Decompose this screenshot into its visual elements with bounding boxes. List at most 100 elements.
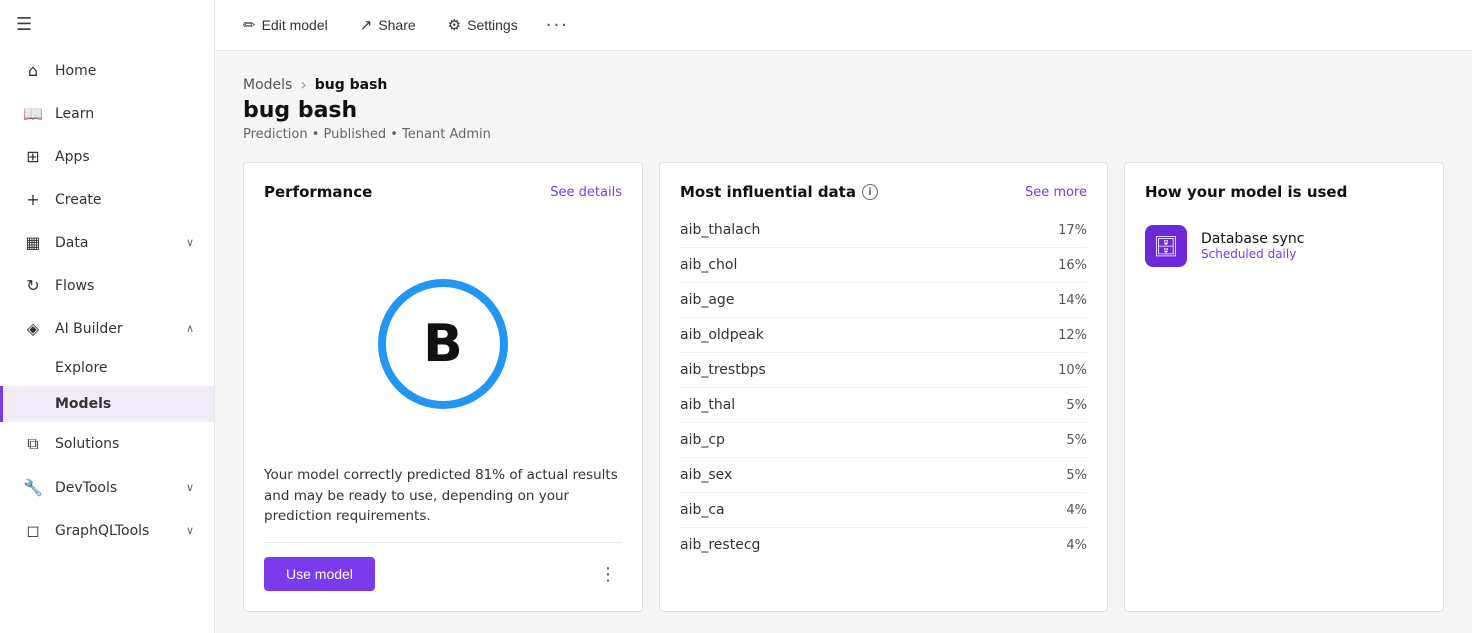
sidebar-item-label: Create: [55, 192, 194, 208]
sidebar-item-label: DevTools: [55, 480, 174, 496]
book-icon: 📖: [23, 104, 43, 123]
data-row: aib_cp 5%: [680, 423, 1087, 458]
sidebar-item-label: Apps: [55, 149, 194, 165]
data-row-name: aib_age: [680, 292, 734, 308]
usage-title: How your model is used: [1145, 183, 1347, 201]
data-row-name: aib_thal: [680, 397, 735, 413]
share-icon: ↗: [360, 16, 373, 34]
usage-item: 🗄 Database sync Scheduled daily: [1145, 213, 1423, 279]
data-row-name: aib_sex: [680, 467, 732, 483]
data-row-pct: 10%: [1058, 363, 1087, 378]
data-row-pct: 14%: [1058, 293, 1087, 308]
data-row: aib_trestbps 10%: [680, 353, 1087, 388]
usage-item-sub[interactable]: Scheduled daily: [1201, 247, 1304, 261]
data-row: aib_thal 5%: [680, 388, 1087, 423]
see-more-link[interactable]: See more: [1025, 185, 1087, 200]
data-row: aib_thalach 17%: [680, 213, 1087, 248]
sidebar-sub-item-explore[interactable]: Explore: [0, 350, 214, 386]
ai-builder-icon: ◈: [23, 319, 43, 338]
use-model-button[interactable]: Use model: [264, 557, 375, 591]
data-icon: ▦: [23, 233, 43, 252]
chevron-up-icon: ∧: [186, 322, 194, 335]
share-label: Share: [378, 17, 415, 33]
sidebar-item-solutions[interactable]: ⧉ Solutions: [0, 422, 214, 466]
influential-data-card: Most influential data i See more aib_tha…: [659, 162, 1108, 612]
breadcrumb: Models › bug bash: [243, 75, 1444, 94]
sidebar-item-label: Solutions: [55, 436, 194, 452]
data-row: aib_ca 4%: [680, 493, 1087, 528]
chevron-down-icon: ∨: [186, 524, 194, 537]
grade-letter: B: [423, 314, 463, 374]
sidebar-item-label: GraphQLTools: [55, 523, 174, 539]
page-title: bug bash: [243, 98, 1444, 123]
sidebar-item-data[interactable]: ▦ Data ∨: [0, 221, 214, 264]
breadcrumb-parent-link[interactable]: Models: [243, 77, 292, 93]
data-row-name: aib_restecg: [680, 537, 760, 553]
sidebar-item-create[interactable]: + Create: [0, 178, 214, 221]
chevron-down-icon: ∨: [186, 236, 194, 249]
grade-circle: B: [378, 279, 508, 409]
home-icon: ⌂: [23, 61, 43, 80]
data-row: aib_oldpeak 12%: [680, 318, 1087, 353]
data-row-pct: 4%: [1066, 538, 1087, 553]
influential-title: Most influential data i: [680, 183, 878, 201]
data-row-name: aib_trestbps: [680, 362, 766, 378]
chevron-down-icon: ∨: [186, 481, 194, 494]
sidebar-item-home[interactable]: ⌂ Home: [0, 49, 214, 92]
toolbar: ✏ Edit model ↗ Share ⚙ Settings ···: [215, 0, 1472, 51]
content-area: Models › bug bash bug bash Prediction • …: [215, 51, 1472, 633]
sidebar-top: ☰: [0, 0, 214, 49]
sidebar-item-flows[interactable]: ↻ Flows: [0, 264, 214, 307]
sidebar-item-graphql[interactable]: ◻ GraphQLTools ∨: [0, 509, 214, 552]
main-content: ✏ Edit model ↗ Share ⚙ Settings ··· Mode…: [215, 0, 1472, 633]
data-row-pct: 5%: [1066, 433, 1087, 448]
sidebar-item-ai-builder[interactable]: ◈ AI Builder ∧: [0, 307, 214, 350]
data-row-name: aib_oldpeak: [680, 327, 764, 343]
breadcrumb-separator: ›: [300, 75, 306, 94]
performance-card-header: Performance See details: [264, 183, 622, 201]
flows-icon: ↻: [23, 276, 43, 295]
sidebar-item-label: Flows: [55, 278, 194, 294]
see-details-link[interactable]: See details: [550, 185, 622, 200]
settings-button[interactable]: ⚙ Settings: [444, 14, 522, 36]
data-row-pct: 12%: [1058, 328, 1087, 343]
usage-card-header: How your model is used: [1145, 183, 1423, 201]
pencil-icon: ✏: [243, 16, 256, 34]
influential-data-rows: aib_thalach 17% aib_chol 16% aib_age 14%…: [680, 213, 1087, 591]
sidebar-item-label: AI Builder: [55, 321, 174, 337]
info-icon[interactable]: i: [862, 184, 878, 200]
edit-model-button[interactable]: ✏ Edit model: [239, 14, 332, 36]
sidebar-item-label: Data: [55, 235, 174, 251]
data-row-name: aib_thalach: [680, 222, 760, 238]
performance-description: Your model correctly predicted 81% of ac…: [264, 465, 622, 526]
hamburger-icon[interactable]: ☰: [16, 14, 32, 35]
sidebar-item-devtools[interactable]: 🔧 DevTools ∨: [0, 466, 214, 509]
data-row: aib_chol 16%: [680, 248, 1087, 283]
influential-card-header: Most influential data i See more: [680, 183, 1087, 201]
data-row-pct: 4%: [1066, 503, 1087, 518]
database-sync-icon: 🗄: [1145, 225, 1187, 267]
share-button[interactable]: ↗ Share: [356, 14, 420, 36]
sidebar-item-label: Home: [55, 63, 194, 79]
usage-card: How your model is used 🗄 Database sync S…: [1124, 162, 1444, 612]
sidebar-item-apps[interactable]: ⊞ Apps: [0, 135, 214, 178]
more-options-button[interactable]: ···: [546, 15, 569, 36]
sidebar-sub-item-models[interactable]: Models: [0, 386, 214, 422]
breadcrumb-current: bug bash: [315, 77, 388, 93]
sidebar-item-learn[interactable]: 📖 Learn: [0, 92, 214, 135]
data-row: aib_age 14%: [680, 283, 1087, 318]
gear-icon: ⚙: [448, 16, 461, 34]
performance-card-footer: Use model ⋮: [264, 542, 622, 591]
usage-item-title: Database sync: [1201, 231, 1304, 247]
data-row-name: aib_cp: [680, 432, 725, 448]
apps-icon: ⊞: [23, 147, 43, 166]
settings-label: Settings: [467, 17, 518, 33]
usage-item-text: Database sync Scheduled daily: [1201, 231, 1304, 261]
sidebar-item-label: Learn: [55, 106, 194, 122]
cards-row: Performance See details B Your model cor…: [243, 162, 1444, 612]
edit-model-label: Edit model: [262, 17, 328, 33]
performance-chart: B: [264, 213, 622, 465]
sidebar-sub-item-label: Models: [55, 396, 111, 412]
performance-more-button[interactable]: ⋮: [594, 560, 622, 588]
sidebar-sub-item-label: Explore: [55, 360, 108, 376]
